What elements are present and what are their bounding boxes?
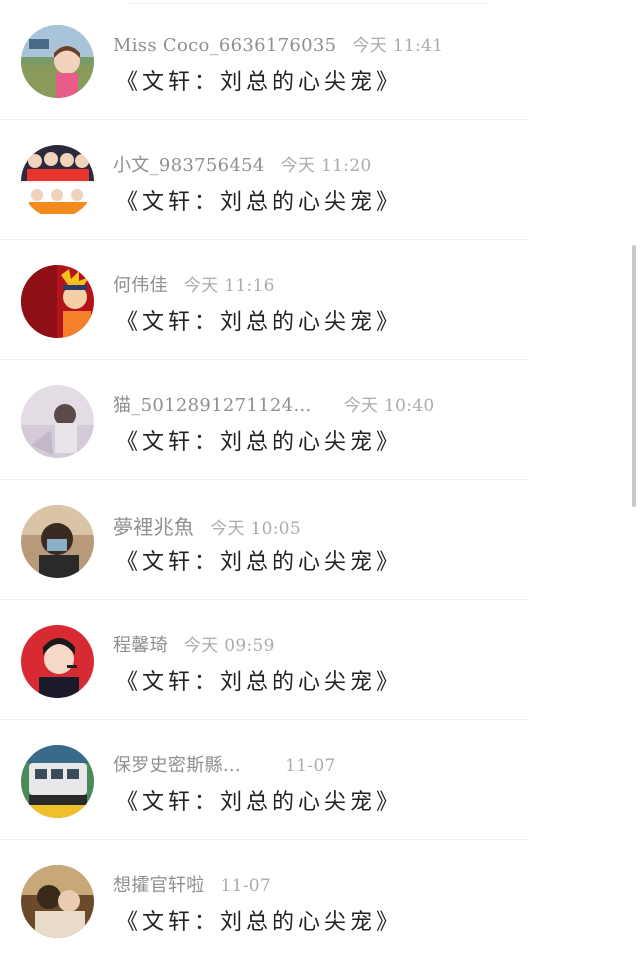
timestamp: 今天 11:20 (280, 156, 372, 176)
comment-item[interactable]: 猫_5012891271124… 今天 10:40 《文轩：刘总的心尖宠》 (0, 360, 640, 480)
timestamp: 今天 10:05 (210, 519, 301, 539)
comment-item[interactable]: 想攉官轩啦 11-07 《文轩：刘总的心尖宠》 (0, 840, 640, 960)
avatar[interactable] (21, 265, 94, 338)
username[interactable]: 猫_5012891271124… (113, 395, 312, 416)
comment-text: 《文轩：刘总的心尖宠》 (116, 310, 403, 335)
comment-text: 《文轩：刘总的心尖宠》 (116, 550, 403, 575)
username[interactable]: 何伟佳 (113, 275, 168, 296)
avatar[interactable] (21, 25, 94, 98)
timestamp: 今天 11:16 (183, 276, 275, 296)
comment-text: 《文轩：刘总的心尖宠》 (116, 670, 403, 695)
timestamp: 今天 09:59 (183, 636, 275, 656)
avatar[interactable] (21, 385, 94, 458)
comment-text: 《文轩：刘总的心尖宠》 (116, 70, 403, 95)
comment-text: 《文轩：刘总的心尖宠》 (116, 430, 403, 455)
comment-text: 《文轩：刘总的心尖宠》 (116, 790, 403, 815)
comment-item[interactable]: 夢裡兆魚 今天 10:05 《文轩：刘总的心尖宠》 (0, 480, 640, 600)
comment-item[interactable]: 保罗史密斯縣… 11-07 《文轩：刘总的心尖宠》 (0, 720, 640, 840)
comment-meta: 程馨琦 今天 09:59 (113, 631, 275, 657)
comment-meta: 保罗史密斯縣… 11-07 (113, 751, 336, 777)
comment-item[interactable]: 小文_983756454 今天 11:20 《文轩：刘总的心尖宠》 (0, 120, 640, 240)
timestamp: 今天 10:40 (343, 396, 435, 416)
comment-meta: Miss Coco_6636176035 今天 11:41 (113, 31, 443, 57)
username[interactable]: Miss Coco_6636176035 (113, 35, 336, 56)
username[interactable]: 小文_983756454 (113, 155, 265, 176)
comment-meta: 小文_983756454 今天 11:20 (113, 151, 371, 177)
comment-meta: 夢裡兆魚 今天 10:05 (113, 511, 301, 539)
comment-item[interactable]: 何伟佳 今天 11:16 《文轩：刘总的心尖宠》 (0, 240, 640, 360)
timestamp: 11-07 (220, 876, 272, 896)
timestamp: 今天 11:41 (352, 36, 444, 56)
comment-meta: 想攉官轩啦 11-07 (113, 871, 271, 897)
avatar[interactable] (21, 145, 94, 218)
avatar[interactable] (21, 625, 94, 698)
username[interactable]: 保罗史密斯縣… (113, 755, 241, 776)
avatar[interactable] (21, 505, 94, 578)
comment-item[interactable]: 程馨琦 今天 09:59 《文轩：刘总的心尖宠》 (0, 600, 640, 720)
comment-meta: 猫_5012891271124… 今天 10:40 (113, 391, 434, 417)
timestamp: 11-07 (285, 756, 336, 776)
username[interactable]: 程馨琦 (113, 635, 168, 656)
username[interactable]: 夢裡兆魚 (113, 515, 194, 539)
avatar[interactable] (21, 745, 94, 818)
comment-list: Miss Coco_6636176035 今天 11:41 《文轩：刘总的心尖宠》 (0, 0, 640, 953)
avatar[interactable] (21, 865, 94, 938)
scrollbar[interactable] (628, 0, 640, 953)
comment-meta: 何伟佳 今天 11:16 (113, 271, 275, 297)
comment-text: 《文轩：刘总的心尖宠》 (116, 910, 403, 935)
comment-item[interactable]: Miss Coco_6636176035 今天 11:41 《文轩：刘总的心尖宠》 (0, 0, 640, 120)
comment-text: 《文轩：刘总的心尖宠》 (116, 190, 403, 215)
username[interactable]: 想攉官轩啦 (113, 875, 205, 896)
scrollbar-thumb[interactable] (632, 245, 636, 507)
